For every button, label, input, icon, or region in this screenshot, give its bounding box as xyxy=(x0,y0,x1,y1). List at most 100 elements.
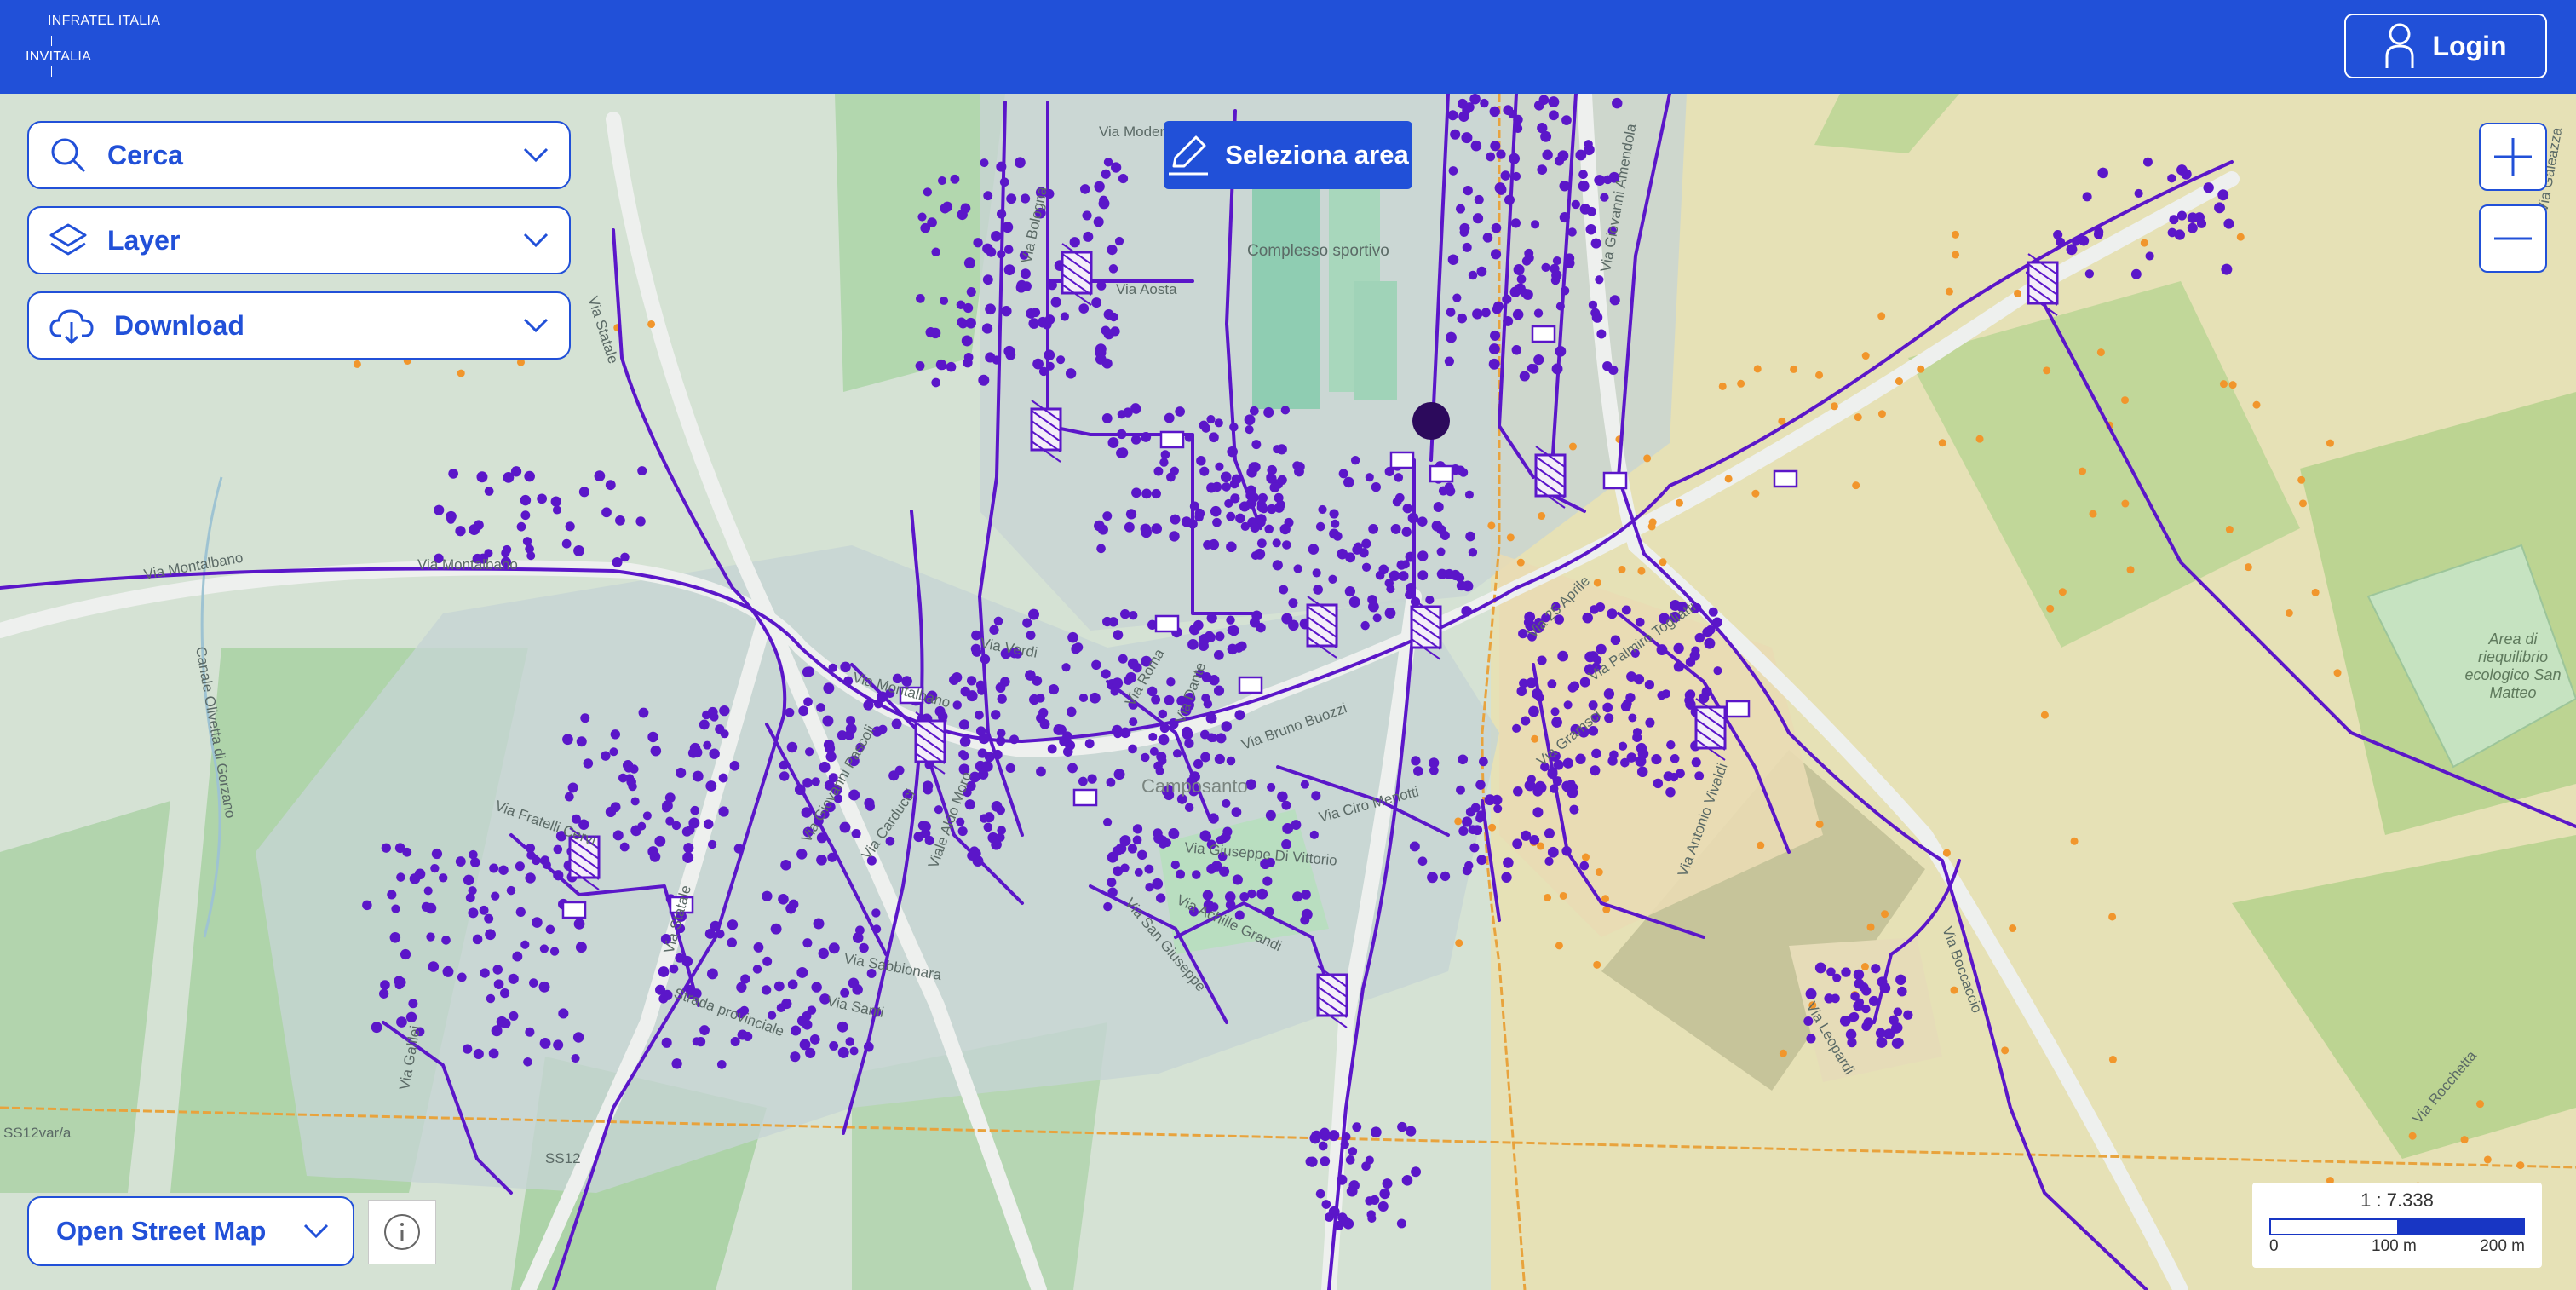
building-point[interactable] xyxy=(396,1016,407,1028)
building-point[interactable] xyxy=(920,222,931,233)
building-point[interactable] xyxy=(1850,992,1860,1001)
building-point[interactable] xyxy=(1047,744,1057,754)
building-point[interactable] xyxy=(1433,502,1444,513)
building-point[interactable] xyxy=(1102,817,1113,827)
building-point[interactable] xyxy=(484,913,494,924)
building-point[interactable] xyxy=(457,972,467,982)
building-point[interactable] xyxy=(1159,458,1169,467)
building-point[interactable] xyxy=(1226,541,1237,553)
building-point[interactable] xyxy=(996,161,1007,172)
building-point[interactable] xyxy=(1417,550,1429,561)
building-point[interactable] xyxy=(1211,861,1222,872)
building-point[interactable] xyxy=(1512,723,1521,733)
building-point[interactable] xyxy=(1462,242,1472,252)
building-point[interactable] xyxy=(1446,308,1456,317)
building-point[interactable] xyxy=(1123,407,1133,418)
building-point[interactable] xyxy=(671,1058,682,1069)
building-point[interactable] xyxy=(913,832,924,843)
building-point[interactable] xyxy=(1073,642,1084,653)
building-point[interactable] xyxy=(973,238,983,248)
building-point[interactable] xyxy=(720,729,729,739)
building-point[interactable] xyxy=(1350,456,1360,465)
building-point[interactable] xyxy=(1464,490,1474,499)
building-point[interactable] xyxy=(1551,363,1563,375)
building-point[interactable] xyxy=(1472,308,1483,320)
building-point[interactable] xyxy=(1282,540,1291,550)
building-point[interactable] xyxy=(1005,349,1016,360)
building-point[interactable] xyxy=(1685,699,1696,710)
building-point[interactable] xyxy=(601,751,611,761)
building-point[interactable] xyxy=(1091,297,1102,308)
building-point[interactable] xyxy=(1476,855,1487,866)
building-point[interactable] xyxy=(1107,245,1118,256)
building-point[interactable] xyxy=(1436,547,1446,556)
building-point[interactable] xyxy=(387,890,397,900)
building-point[interactable] xyxy=(1234,710,1245,721)
orange-point[interactable] xyxy=(2121,499,2130,508)
building-point[interactable] xyxy=(1532,807,1544,818)
building-point[interactable] xyxy=(1509,153,1521,164)
building-point[interactable] xyxy=(823,682,835,694)
building-point[interactable] xyxy=(1202,890,1214,901)
building-point[interactable] xyxy=(964,799,975,810)
building-point[interactable] xyxy=(1645,717,1655,728)
building-point[interactable] xyxy=(1411,756,1421,766)
building-point[interactable] xyxy=(1547,679,1557,689)
building-point[interactable] xyxy=(1372,613,1382,623)
building-point[interactable] xyxy=(785,707,795,717)
building-point[interactable] xyxy=(529,978,538,988)
building-point[interactable] xyxy=(1127,658,1139,670)
building-point[interactable] xyxy=(1089,692,1101,704)
building-point[interactable] xyxy=(515,907,526,918)
orange-point[interactable] xyxy=(2001,1046,2010,1055)
building-point[interactable] xyxy=(1608,365,1619,376)
building-point[interactable] xyxy=(669,964,679,974)
building-point[interactable] xyxy=(1028,608,1039,620)
building-point[interactable] xyxy=(1201,423,1210,433)
orange-point[interactable] xyxy=(2297,475,2306,484)
building-point[interactable] xyxy=(1267,782,1276,792)
building-point[interactable] xyxy=(733,844,745,854)
layer-panel-button[interactable]: Layer xyxy=(27,206,571,274)
building-point[interactable] xyxy=(2176,210,2188,221)
building-point[interactable] xyxy=(996,735,1006,746)
building-point[interactable] xyxy=(2097,167,2108,179)
building-point[interactable] xyxy=(863,700,874,711)
building-point[interactable] xyxy=(1481,308,1491,318)
building-point[interactable] xyxy=(1101,358,1113,369)
building-point[interactable] xyxy=(647,731,658,743)
junction-marker[interactable] xyxy=(1773,469,1798,488)
building-point[interactable] xyxy=(863,1041,874,1052)
orange-point[interactable] xyxy=(1538,512,1546,521)
building-point[interactable] xyxy=(1048,684,1060,695)
building-point[interactable] xyxy=(1541,262,1550,273)
building-point[interactable] xyxy=(1384,608,1396,619)
orange-point[interactable] xyxy=(2326,439,2334,447)
orange-point[interactable] xyxy=(1945,287,1953,296)
building-point[interactable] xyxy=(635,516,646,527)
building-point[interactable] xyxy=(950,174,960,184)
building-point[interactable] xyxy=(379,988,389,999)
building-point[interactable] xyxy=(463,1044,473,1054)
building-point[interactable] xyxy=(788,899,799,910)
junction-marker[interactable] xyxy=(1531,325,1556,343)
building-point[interactable] xyxy=(1480,98,1489,108)
building-point[interactable] xyxy=(1504,194,1515,205)
building-point[interactable] xyxy=(1366,1210,1376,1219)
building-point[interactable] xyxy=(2169,215,2179,225)
building-point[interactable] xyxy=(1839,1015,1851,1027)
building-point[interactable] xyxy=(1151,488,1161,499)
building-point[interactable] xyxy=(952,700,962,710)
building-point[interactable] xyxy=(719,705,730,717)
building-point[interactable] xyxy=(1311,791,1321,801)
orange-point[interactable] xyxy=(2460,1136,2469,1144)
building-point[interactable] xyxy=(727,937,738,948)
building-point[interactable] xyxy=(408,999,418,1009)
building-point[interactable] xyxy=(1457,313,1467,324)
building-point[interactable] xyxy=(1876,1037,1888,1048)
building-point[interactable] xyxy=(1503,857,1514,868)
building-point[interactable] xyxy=(1224,498,1233,508)
building-point[interactable] xyxy=(1368,523,1379,534)
building-point[interactable] xyxy=(1544,828,1555,839)
building-point[interactable] xyxy=(703,819,714,830)
